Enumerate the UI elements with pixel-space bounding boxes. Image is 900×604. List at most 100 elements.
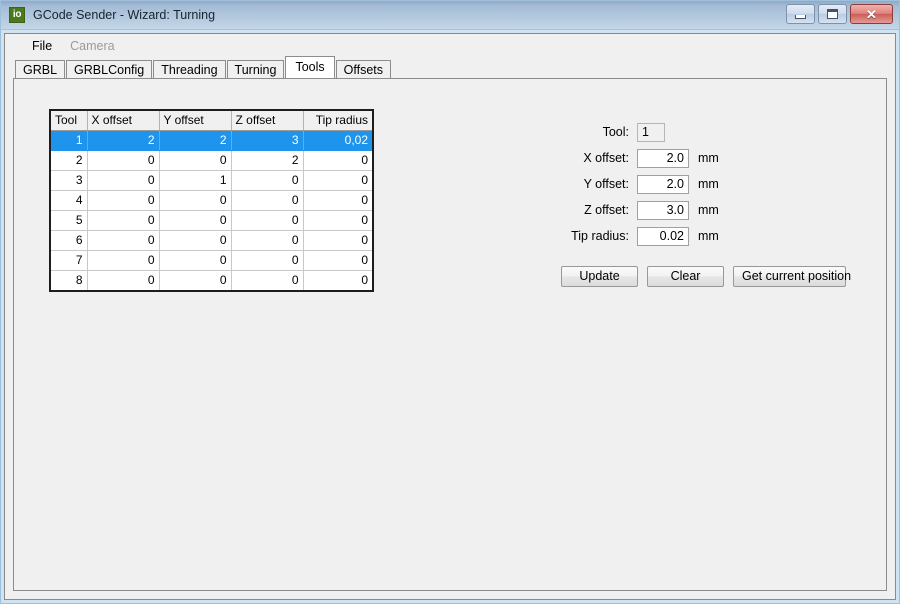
table-row[interactable]: 4 0 0 0 0 xyxy=(51,190,372,211)
z-offset-input[interactable] xyxy=(637,200,689,220)
table-row[interactable]: 6 0 0 0 0 xyxy=(51,230,372,251)
cell-x-offset: 0 xyxy=(87,170,160,191)
cell-tip-radius: 0 xyxy=(303,210,372,231)
tools-grid: Tool X offset Y offset Z offset Tip radi… xyxy=(51,111,372,290)
table-row[interactable]: 7 0 0 0 0 xyxy=(51,250,372,271)
cell-tool: 4 xyxy=(51,190,88,211)
x-offset-input[interactable] xyxy=(637,148,689,168)
form-button-row: Update Clear Get current position xyxy=(561,266,859,287)
menu-bar: File Camera xyxy=(5,34,895,58)
cell-tip-radius: 0 xyxy=(303,170,372,191)
table-row[interactable]: 8 0 0 0 0 xyxy=(51,270,372,290)
cell-x-offset: 0 xyxy=(87,270,160,290)
minimize-icon xyxy=(795,14,806,19)
tip-radius-label: Tip radius: xyxy=(571,229,629,243)
tools-grid-header: Tool X offset Y offset Z offset Tip radi… xyxy=(51,111,372,131)
cell-y-offset: 1 xyxy=(159,170,232,191)
table-row[interactable]: 3 0 1 0 0 xyxy=(51,170,372,191)
cell-x-offset: 0 xyxy=(87,190,160,211)
cell-x-offset: 0 xyxy=(87,250,160,271)
minimize-button[interactable] xyxy=(786,4,815,24)
cell-tool: 5 xyxy=(51,210,88,231)
tools-grid-body: 1 2 2 3 0,02 2 0 0 2 0 3 0 1 0 0 4 0 0 0… xyxy=(51,130,372,290)
client-area: File Camera GRBL GRBLConfig Threading Tu… xyxy=(4,33,896,600)
window-title: GCode Sender - Wizard: Turning xyxy=(33,8,216,22)
cell-y-offset: 0 xyxy=(159,210,232,231)
cell-tool: 8 xyxy=(51,270,88,290)
maximize-icon xyxy=(827,9,838,19)
tab-threading[interactable]: Threading xyxy=(153,60,226,78)
tool-label: Tool: xyxy=(602,125,629,139)
column-header-z-offset[interactable]: Z offset xyxy=(231,111,304,131)
window-controls: ✕ xyxy=(786,4,893,24)
cell-y-offset: 0 xyxy=(159,250,232,271)
application-window: io GCode Sender - Wizard: Turning ✕ File… xyxy=(0,0,900,604)
cell-tip-radius: 0 xyxy=(303,190,372,211)
cell-z-offset: 0 xyxy=(231,210,304,231)
column-header-tip-radius[interactable]: Tip radius xyxy=(303,111,372,131)
z-offset-unit: mm xyxy=(698,203,719,217)
get-current-position-button[interactable]: Get current position xyxy=(733,266,851,287)
menu-item-file[interactable]: File xyxy=(23,36,61,56)
cell-y-offset: 2 xyxy=(159,130,232,151)
table-row[interactable]: 5 0 0 0 0 xyxy=(51,210,372,231)
cell-z-offset: 0 xyxy=(231,170,304,191)
column-header-x-offset[interactable]: X offset xyxy=(87,111,160,131)
clear-button[interactable]: Clear xyxy=(647,266,724,287)
close-button[interactable]: ✕ xyxy=(850,4,893,24)
cell-tip-radius: 0 xyxy=(303,270,372,290)
form-row-y-offset: Y offset: mm xyxy=(559,171,859,197)
x-offset-label: X offset: xyxy=(583,151,629,165)
y-offset-input[interactable] xyxy=(637,174,689,194)
cell-x-offset: 0 xyxy=(87,210,160,231)
table-header-row: Tool X offset Y offset Z offset Tip radi… xyxy=(51,111,372,131)
column-header-tool[interactable]: Tool xyxy=(51,111,88,131)
cell-y-offset: 0 xyxy=(159,150,232,171)
cell-z-offset: 3 xyxy=(231,130,304,151)
form-row-tool: Tool: xyxy=(559,119,859,145)
tab-strip: GRBL GRBLConfig Threading Turning Tools … xyxy=(5,56,895,78)
tip-radius-input[interactable] xyxy=(637,226,689,246)
tab-grbl[interactable]: GRBL xyxy=(15,60,66,78)
cell-tool: 1 xyxy=(51,130,88,151)
cell-z-offset: 0 xyxy=(231,230,304,251)
maximize-button[interactable] xyxy=(818,4,847,24)
form-row-z-offset: Z offset: mm xyxy=(559,197,859,223)
cell-x-offset: 0 xyxy=(87,230,160,251)
column-header-y-offset[interactable]: Y offset xyxy=(159,111,232,131)
tip-radius-unit: mm xyxy=(698,229,719,243)
app-icon: io xyxy=(9,7,25,23)
y-offset-unit: mm xyxy=(698,177,719,191)
cell-z-offset: 2 xyxy=(231,150,304,171)
tab-offsets[interactable]: Offsets xyxy=(335,60,392,78)
cell-tip-radius: 0 xyxy=(303,250,372,271)
tab-grblconfig[interactable]: GRBLConfig xyxy=(66,60,153,78)
cell-x-offset: 2 xyxy=(87,130,160,151)
cell-tool: 6 xyxy=(51,230,88,251)
update-button[interactable]: Update xyxy=(561,266,638,287)
cell-z-offset: 0 xyxy=(231,270,304,290)
x-offset-unit: mm xyxy=(698,151,719,165)
tab-turning[interactable]: Turning xyxy=(226,60,285,78)
cell-tip-radius: 0 xyxy=(303,150,372,171)
table-row[interactable]: 1 2 2 3 0,02 xyxy=(51,130,372,151)
tool-edit-form: Tool: X offset: mm Y offset: mm Z offset… xyxy=(559,119,859,287)
form-row-x-offset: X offset: mm xyxy=(559,145,859,171)
tools-table[interactable]: Tool X offset Y offset Z offset Tip radi… xyxy=(49,109,374,292)
table-row[interactable]: 2 0 0 2 0 xyxy=(51,150,372,171)
cell-y-offset: 0 xyxy=(159,270,232,290)
tab-tools[interactable]: Tools xyxy=(285,56,335,78)
cell-tool: 7 xyxy=(51,250,88,271)
cell-tip-radius: 0 xyxy=(303,230,372,251)
cell-z-offset: 0 xyxy=(231,250,304,271)
y-offset-label: Y offset: xyxy=(583,177,629,191)
cell-tool: 3 xyxy=(51,170,88,191)
cell-z-offset: 0 xyxy=(231,190,304,211)
close-icon: ✕ xyxy=(866,6,877,22)
cell-tip-radius: 0,02 xyxy=(303,130,372,151)
title-bar: io GCode Sender - Wizard: Turning ✕ xyxy=(1,1,899,30)
cell-tool: 2 xyxy=(51,150,88,171)
menu-item-camera[interactable]: Camera xyxy=(61,36,123,56)
tab-page-tools: Tool X offset Y offset Z offset Tip radi… xyxy=(13,78,887,591)
tool-field[interactable] xyxy=(637,122,665,142)
